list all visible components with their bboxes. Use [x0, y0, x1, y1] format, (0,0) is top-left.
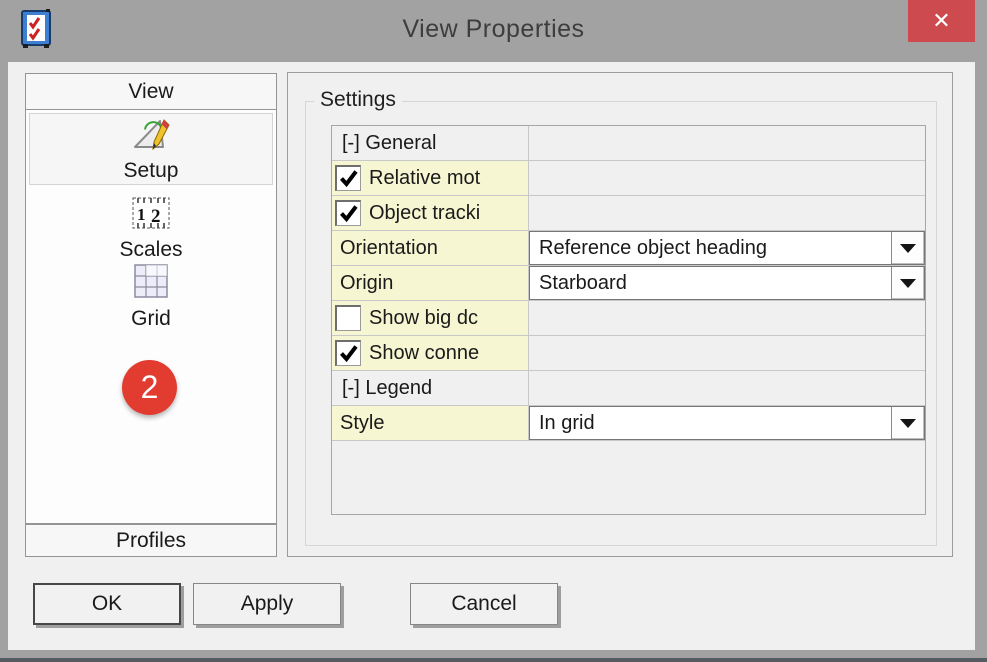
badge-number: 2	[141, 369, 159, 406]
property-label: [-] General	[342, 132, 436, 155]
property-label-cell: Orientation	[332, 231, 529, 265]
category-label-cell: [-] General	[332, 126, 529, 160]
property-value-cell: Starboard	[529, 266, 925, 300]
svg-text:1: 1	[137, 205, 146, 224]
ok-button-label: OK	[92, 592, 122, 616]
property-label: [-] Legend	[342, 377, 432, 400]
property-value-cell	[529, 126, 925, 160]
window-bottom-edge	[0, 658, 987, 662]
chevron-down-icon	[900, 244, 916, 253]
sidebar-item-grid[interactable]: Grid	[26, 263, 276, 331]
titlebar[interactable]: View Properties ✕	[0, 0, 987, 62]
property-value-cell: In grid	[529, 406, 925, 440]
sidebar-header-view[interactable]: View	[25, 73, 277, 110]
sidebar: Setup 1 2 Scales Grid	[25, 109, 277, 524]
property-label-cell: Show big dc	[332, 301, 529, 335]
property-label-cell: Style	[332, 406, 529, 440]
chevron-down-icon	[900, 279, 916, 288]
property-label-cell: Origin	[332, 266, 529, 300]
dropdown-value: Reference object heading	[530, 232, 891, 264]
close-button[interactable]: ✕	[908, 0, 975, 42]
property-value-cell	[529, 371, 925, 405]
close-icon: ✕	[932, 8, 950, 34]
profiles-label: Profiles	[116, 529, 186, 553]
property-value-cell	[529, 196, 925, 230]
property-label: Origin	[340, 272, 393, 295]
property-label: Object tracki	[369, 202, 480, 225]
property-row[interactable]: Show big dc	[332, 301, 925, 336]
apply-button[interactable]: Apply	[193, 583, 341, 625]
sidebar-item-setup[interactable]: Setup	[29, 113, 273, 185]
property-row[interactable]: Relative mot	[332, 161, 925, 196]
window-title: View Properties	[0, 15, 987, 44]
checkbox-checked[interactable]	[335, 340, 361, 366]
sidebar-item-scales[interactable]: 1 2 Scales	[26, 196, 276, 262]
property-value-cell	[529, 161, 925, 195]
category-row[interactable]: [-] Legend	[332, 371, 925, 406]
dropdown[interactable]: Reference object heading	[529, 231, 925, 265]
checkbox-checked[interactable]	[335, 200, 361, 226]
settings-panel: Settings [-] General Relative mot Object t…	[287, 72, 953, 557]
ok-button[interactable]: OK	[33, 583, 181, 625]
property-value-cell	[529, 301, 925, 335]
dropdown-button[interactable]	[891, 407, 924, 439]
property-value-cell: Reference object heading	[529, 231, 925, 265]
settings-group-box: Settings [-] GeneralRelative motObject t…	[305, 101, 937, 546]
sidebar-footer-profiles[interactable]: Profiles	[25, 524, 277, 557]
dropdown[interactable]: Starboard	[529, 266, 925, 300]
property-label-cell: Show conne	[332, 336, 529, 370]
property-row[interactable]: Show conne	[332, 336, 925, 371]
property-row[interactable]: Orientation Reference object heading	[332, 231, 925, 266]
property-label-cell: Object tracki	[332, 196, 529, 230]
sidebar-item-label: Scales	[119, 238, 182, 261]
property-label: Orientation	[340, 237, 438, 260]
property-row[interactable]: Style In grid	[332, 406, 925, 441]
cancel-button[interactable]: Cancel	[410, 583, 558, 625]
checkbox-checked[interactable]	[335, 165, 361, 191]
property-row[interactable]: Object tracki	[332, 196, 925, 231]
property-label: Style	[340, 412, 384, 435]
apply-button-label: Apply	[241, 592, 294, 616]
svg-text:2: 2	[151, 206, 161, 227]
dropdown[interactable]: In grid	[529, 406, 925, 440]
dropdown-button[interactable]	[891, 267, 924, 299]
dropdown-button[interactable]	[891, 232, 924, 264]
property-grid[interactable]: [-] General Relative mot Object tracki Orie…	[331, 125, 926, 515]
property-label-cell: Relative mot	[332, 161, 529, 195]
sidebar-item-label: Grid	[131, 307, 171, 330]
sidebar-header-label: View	[128, 80, 173, 104]
property-label: Show conne	[369, 342, 479, 365]
property-label: Relative mot	[369, 167, 480, 190]
sidebar-item-label: Setup	[124, 159, 179, 183]
dropdown-value: Starboard	[530, 267, 891, 299]
grid-icon	[26, 263, 276, 305]
property-value-cell	[529, 336, 925, 370]
property-row[interactable]: Origin Starboard	[332, 266, 925, 301]
step-2-annotation-badge: 2	[122, 360, 177, 415]
dialog-body: View Setup 1 2	[8, 62, 975, 650]
category-row[interactable]: [-] General	[332, 126, 925, 161]
checkbox-unchecked[interactable]	[335, 305, 361, 331]
settings-group-label: Settings	[314, 88, 402, 112]
chevron-down-icon	[900, 419, 916, 428]
ruler-icon: 1 2	[26, 196, 276, 236]
dropdown-value: In grid	[530, 407, 891, 439]
cancel-button-label: Cancel	[451, 592, 516, 616]
property-label: Show big dc	[369, 307, 478, 330]
protractor-pencil-icon	[131, 116, 171, 158]
category-label-cell: [-] Legend	[332, 371, 529, 405]
